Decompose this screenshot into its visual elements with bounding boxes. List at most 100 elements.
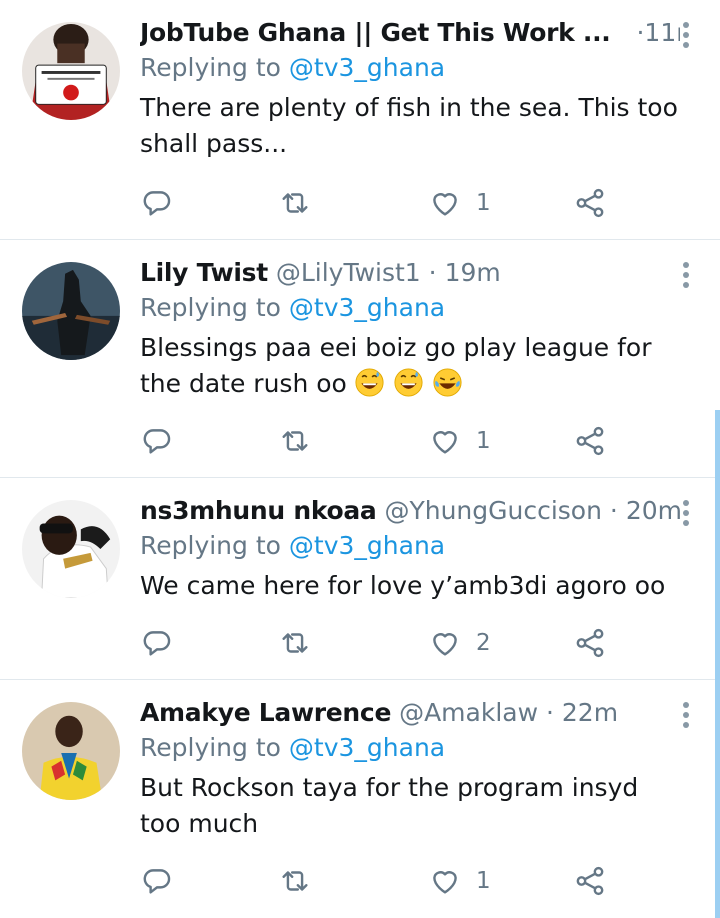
more-vertical-icon — [683, 262, 689, 268]
tweet-time[interactable]: 19m — [445, 258, 501, 287]
avatar-image — [22, 500, 120, 598]
retweet-icon — [282, 193, 308, 213]
mention-link[interactable]: @tv3_ghana — [289, 531, 445, 560]
reply-icon — [143, 869, 171, 894]
retweet-button[interactable] — [278, 623, 312, 663]
tweet-text: But Rockson taya for the program insyd t… — [140, 773, 639, 838]
tweet-text: There are plenty of fish in the sea. Thi… — [140, 93, 678, 158]
tweet-text: We came here for love y’amb3di agoro oo — [140, 571, 666, 600]
avatar[interactable] — [22, 22, 120, 120]
tweet-time[interactable]: 22m — [562, 698, 618, 727]
author-handle[interactable]: @LilyTwist1 — [276, 258, 421, 287]
tweet[interactable]: JobTube Ghana || Get This Work ... ·11m … — [0, 0, 720, 240]
share-button[interactable] — [573, 861, 607, 901]
heart-icon — [433, 871, 457, 894]
retweet-icon — [282, 871, 308, 891]
share-button[interactable] — [573, 623, 607, 663]
separator-dot: · — [609, 496, 618, 525]
scrollbar[interactable] — [715, 410, 720, 918]
retweet-button[interactable] — [278, 421, 312, 461]
like-count: 1 — [476, 190, 491, 216]
grinning-sweat-face-icon — [355, 368, 384, 397]
tweet[interactable]: ns3mhunu nkoaa @YhungGuccison · 20m Repl… — [0, 478, 720, 680]
reply-feed: JobTube Ghana || Get This Work ... ·11m … — [0, 0, 720, 918]
like-button[interactable]: 1 — [428, 183, 491, 223]
share-button[interactable] — [573, 421, 607, 461]
more-options-button[interactable] — [682, 262, 690, 290]
action-bar: 1 — [140, 861, 610, 901]
more-dot — [683, 722, 689, 728]
author-name[interactable]: Amakye Lawrence — [140, 698, 391, 727]
more-dot — [683, 42, 689, 48]
more-dot — [683, 272, 689, 278]
more-vertical-icon — [683, 500, 689, 506]
like-button[interactable]: 1 — [428, 861, 491, 901]
more-vertical-icon — [683, 702, 689, 708]
action-bar: 1 — [140, 421, 610, 461]
like-button[interactable]: 2 — [428, 623, 491, 663]
share-icon — [576, 628, 604, 658]
like-count: 1 — [476, 868, 491, 894]
reply-button[interactable] — [140, 421, 174, 461]
like-count: 2 — [476, 630, 491, 656]
replying-label: Replying to — [140, 293, 281, 322]
replying-to: Replying to @tv3_ghana — [140, 290, 680, 326]
tweet-header: Amakye Lawrence @Amaklaw · 22m — [140, 696, 680, 730]
separator-dot: · — [428, 258, 437, 287]
more-dot — [683, 510, 689, 516]
separator-dot: · — [545, 698, 554, 727]
share-icon — [576, 188, 604, 218]
author-name[interactable]: JobTube Ghana || Get This Work ... — [140, 18, 611, 47]
reply-button[interactable] — [140, 623, 174, 663]
retweet-button[interactable] — [278, 861, 312, 901]
tweet[interactable]: Amakye Lawrence @Amaklaw · 22m Replying … — [0, 680, 720, 918]
more-dot — [683, 712, 689, 718]
like-count: 1 — [476, 428, 491, 454]
tweet-time[interactable]: 20m — [626, 496, 680, 525]
tweet-header: JobTube Ghana || Get This Work ... ·11m — [140, 16, 680, 50]
more-dot — [683, 282, 689, 288]
share-button[interactable] — [573, 183, 607, 223]
retweet-button[interactable] — [278, 183, 312, 223]
avatar-image — [22, 702, 120, 800]
tweet-text-wrapper: Blessings paa eei boiz go play league fo… — [140, 330, 680, 402]
reply-button[interactable] — [140, 183, 174, 223]
heart-icon — [433, 193, 457, 216]
reply-button[interactable] — [140, 861, 174, 901]
heart-icon — [433, 633, 457, 656]
tweet-header: ns3mhunu nkoaa @YhungGuccison · 20m — [140, 494, 680, 528]
more-options-button[interactable] — [682, 22, 690, 50]
avatar[interactable] — [22, 262, 120, 360]
author-name[interactable]: ns3mhunu nkoaa — [140, 496, 377, 525]
tears-of-joy-face-icon — [433, 368, 462, 397]
tweet-time[interactable]: 11m — [644, 18, 680, 47]
share-icon — [576, 866, 604, 896]
action-bar: 2 — [140, 623, 610, 663]
replying-to: Replying to @tv3_ghana — [140, 730, 680, 766]
replying-label: Replying to — [140, 531, 281, 560]
mention-link[interactable]: @tv3_ghana — [289, 53, 445, 82]
replying-to: Replying to @tv3_ghana — [140, 528, 680, 564]
more-options-button[interactable] — [682, 500, 690, 528]
mention-link[interactable]: @tv3_ghana — [289, 293, 445, 322]
tweet-header: Lily Twist @LilyTwist1 · 19m — [140, 256, 680, 290]
like-button[interactable]: 1 — [428, 421, 491, 461]
reply-icon — [143, 429, 171, 454]
author-handle[interactable]: @Amaklaw — [399, 698, 538, 727]
more-dot — [683, 32, 689, 38]
author-name[interactable]: Lily Twist — [140, 258, 268, 287]
mention-link[interactable]: @tv3_ghana — [289, 733, 445, 762]
action-bar: 1 — [140, 183, 610, 223]
retweet-icon — [282, 633, 308, 653]
avatar[interactable] — [22, 500, 120, 598]
avatar-image — [22, 262, 120, 360]
replying-label: Replying to — [140, 733, 281, 762]
grinning-sweat-face-icon — [394, 368, 423, 397]
more-options-button[interactable] — [682, 702, 690, 730]
more-dot — [683, 520, 689, 526]
avatar[interactable] — [22, 702, 120, 800]
share-icon — [576, 426, 604, 456]
replying-to: Replying to @tv3_ghana — [140, 50, 680, 86]
tweet[interactable]: Lily Twist @LilyTwist1 · 19m Replying to… — [0, 240, 720, 478]
author-handle[interactable]: @YhungGuccison — [384, 496, 602, 525]
